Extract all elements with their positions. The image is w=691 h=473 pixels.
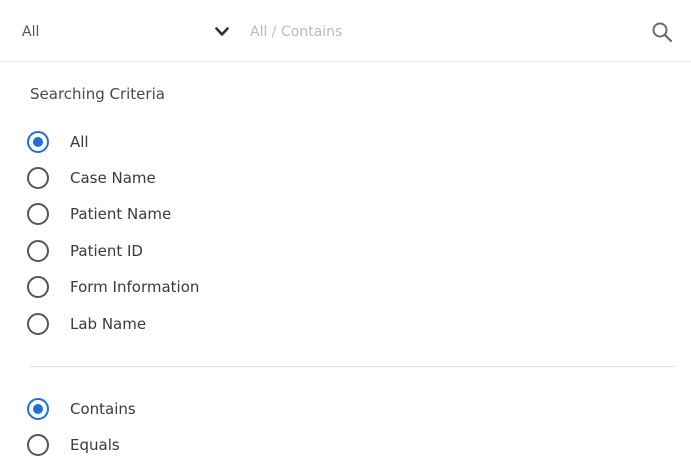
radio-checked-icon[interactable]: [27, 131, 49, 153]
radio-checked-icon[interactable]: [27, 398, 49, 420]
criteria-option-label: Patient ID: [70, 242, 143, 260]
radio-unchecked-icon[interactable]: [27, 167, 49, 189]
match-option-label: Equals: [70, 436, 120, 454]
criteria-option-patient-id[interactable]: Patient ID: [27, 237, 427, 265]
criteria-option-lab-name[interactable]: Lab Name: [27, 310, 427, 338]
divider: [30, 366, 675, 367]
criteria-option-case-name[interactable]: Case Name: [27, 164, 427, 192]
radio-unchecked-icon[interactable]: [27, 434, 49, 456]
criteria-option-form-information[interactable]: Form Information: [27, 273, 427, 301]
search-input[interactable]: [250, 14, 630, 50]
search-bar: All: [0, 0, 691, 62]
radio-unchecked-icon[interactable]: [27, 276, 49, 298]
searching-criteria-title: Searching Criteria: [30, 85, 165, 103]
match-option-label: Contains: [70, 400, 136, 418]
criteria-option-all[interactable]: All: [27, 128, 427, 156]
radio-unchecked-icon[interactable]: [27, 313, 49, 335]
scope-dropdown[interactable]: All: [0, 0, 245, 62]
match-option-contains[interactable]: Contains: [27, 395, 427, 423]
scope-dropdown-value: All: [22, 24, 40, 40]
radio-unchecked-icon[interactable]: [27, 240, 49, 262]
search-icon[interactable]: [650, 20, 674, 44]
criteria-option-label: Patient Name: [70, 205, 172, 223]
criteria-option-patient-name[interactable]: Patient Name: [27, 200, 427, 228]
criteria-option-label: Case Name: [70, 169, 156, 187]
radio-unchecked-icon[interactable]: [27, 203, 49, 225]
criteria-option-label: All: [70, 133, 89, 151]
chevron-down-icon: [215, 27, 229, 36]
criteria-option-label: Form Information: [70, 278, 200, 296]
criteria-option-label: Lab Name: [70, 315, 147, 333]
match-option-equals[interactable]: Equals: [27, 431, 427, 459]
